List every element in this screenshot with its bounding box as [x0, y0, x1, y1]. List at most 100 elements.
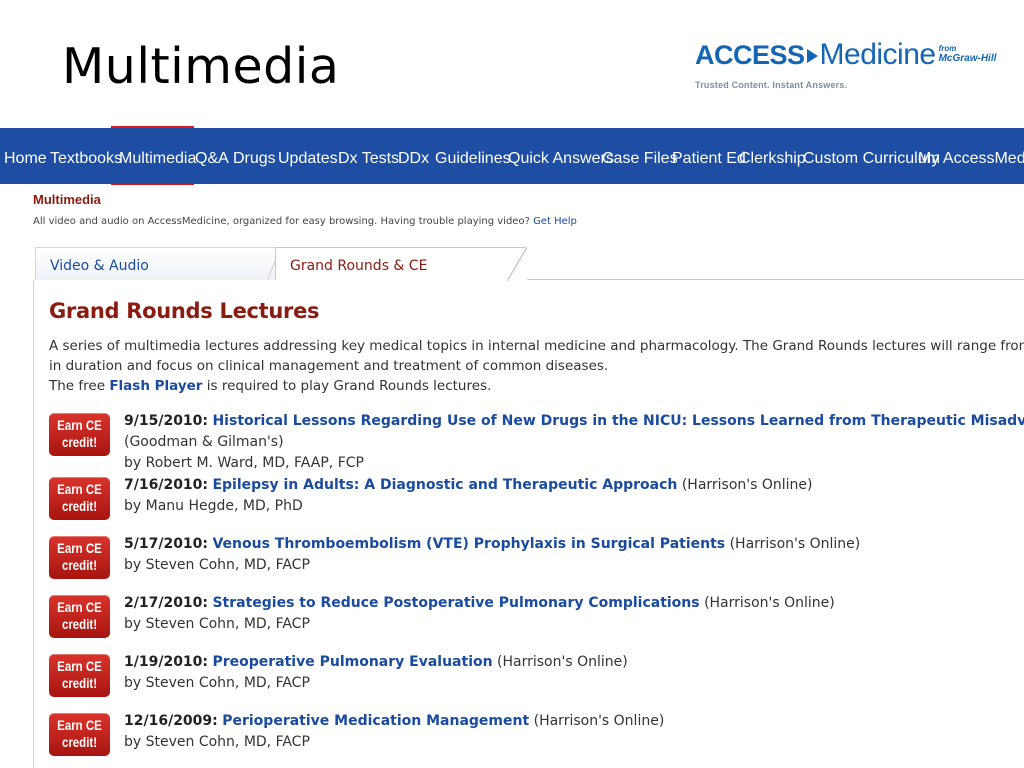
badge-line-1: Earn CE — [57, 417, 102, 433]
lecture-date: 7/16/2010: — [124, 477, 209, 493]
lecture-text: 5/17/2010: Venous Thromboembolism (VTE) … — [124, 534, 1024, 576]
lecture-headline: 7/16/2010: Epilepsy in Adults: A Diagnos… — [124, 475, 1024, 496]
badge-line-2: credit! — [61, 498, 98, 514]
nav-item-label: Guidelines — [435, 150, 511, 167]
get-help-link[interactable]: Get Help — [533, 216, 577, 227]
grand-rounds-panel: Grand Rounds Lectures A series of multim… — [33, 280, 1024, 768]
badge-line-1: Earn CE — [57, 599, 102, 615]
nav-item-label: Home — [4, 150, 47, 167]
nav-item-ddx[interactable]: DDx — [398, 128, 429, 184]
badge-line-1: Earn CE — [57, 658, 102, 674]
earn-ce-credit-button[interactable]: Earn CE credit! — [49, 536, 110, 579]
lecture-text: 2/17/2010: Strategies to Reduce Postoper… — [124, 593, 1024, 635]
lecture-author: by Manu Hegde, MD, PhD — [124, 498, 303, 514]
earn-ce-credit-button[interactable]: Earn CE credit! — [49, 654, 110, 697]
slide-title: Multimedia — [62, 38, 340, 95]
lecture-title-link[interactable]: Preoperative Pulmonary Evaluation — [212, 654, 492, 670]
nav-item-label: Quick Answers — [508, 150, 614, 167]
lecture-headline: 5/17/2010: Venous Thromboembolism (VTE) … — [124, 534, 1024, 555]
logo-publisher-text: McGraw-Hill — [938, 53, 997, 64]
tab-grand-rounds[interactable]: Grand Rounds & CE — [275, 247, 527, 281]
lecture-headline: 12/16/2009: Perioperative Medication Man… — [124, 711, 1024, 732]
tab-video-audio[interactable]: Video & Audio — [35, 247, 281, 280]
lecture-source-line: (Goodman & Gilman's) — [124, 434, 284, 450]
page-intro: All video and audio on AccessMedicine, o… — [33, 216, 1024, 227]
lecture-source: (Harrison's Online) — [681, 477, 813, 493]
lecture-item: Earn CE credit! 12/16/2009: Perioperative … — [49, 711, 1024, 767]
badge-line-1: Earn CE — [57, 717, 102, 733]
lecture-title-link[interactable]: Perioperative Medication Management — [222, 713, 529, 729]
badge-line-2: credit! — [61, 734, 98, 750]
nav-item-label: Case Files — [602, 150, 678, 167]
nav-item-label: DDx — [398, 150, 430, 167]
lecture-source: (Harrison's Online) — [704, 595, 835, 611]
nav-item-label: Clerkship — [739, 150, 806, 167]
nav-item-q-a[interactable]: Q&A — [195, 128, 229, 184]
earn-ce-credit-button[interactable]: Earn CE credit! — [49, 413, 110, 456]
lecture-author: by Steven Cohn, MD, FACP — [124, 557, 310, 573]
badge-line-2: credit! — [61, 434, 98, 450]
nav-item-guidelines[interactable]: Guidelines — [435, 128, 511, 184]
lecture-headline: 9/15/2010: Historical Lessons Regarding … — [124, 411, 1024, 432]
lecture-text: 1/19/2010: Preoperative Pulmonary Evalua… — [124, 652, 1024, 694]
desc-line-1: A series of multimedia lectures addressi… — [49, 338, 1024, 354]
logo-access-text: ACCESS — [695, 40, 805, 70]
accessmedicine-logo[interactable]: ACCESS Medicine from McGraw-Hill Trusted… — [695, 36, 1015, 96]
logo-medicine-text: Medicine — [819, 38, 937, 71]
page-header: Multimedia All video and audio on Access… — [33, 192, 1024, 227]
section-description: A series of multimedia lectures addressi… — [49, 336, 1024, 396]
nav-item-multimedia[interactable]: Multimedia — [119, 128, 196, 184]
lecture-item: Earn CE credit! 9/15/2010: Historical Less… — [49, 411, 1024, 471]
lecture-text: 12/16/2009: Perioperative Medication Man… — [124, 711, 1024, 753]
nav-item-clerkship[interactable]: Clerkship — [739, 128, 806, 184]
nav-item-label: Textbooks — [50, 150, 123, 167]
desc-line-3: The free Flash Player is required to pla… — [49, 376, 1024, 396]
lecture-title-link[interactable]: Historical Lessons Regarding Use of New … — [212, 413, 1024, 429]
section-title: Grand Rounds Lectures — [49, 299, 320, 323]
lecture-title-link[interactable]: Epilepsy in Adults: A Diagnostic and The… — [212, 477, 677, 493]
nav-item-case-files[interactable]: Case Files — [602, 128, 678, 184]
logo-arrow-icon — [806, 49, 818, 63]
earn-ce-credit-button[interactable]: Earn CE credit! — [49, 595, 110, 638]
badge-line-2: credit! — [61, 557, 98, 573]
lecture-author: by Steven Cohn, MD, FACP — [124, 675, 310, 691]
lecture-date: 5/17/2010: — [124, 536, 209, 552]
desc-line-3-prefix: The free — [49, 378, 106, 394]
lecture-date: 12/16/2009: — [124, 713, 218, 729]
nav-item-label: Updates — [278, 150, 338, 167]
nav-item-label: My AccessMedicine — [918, 150, 1024, 167]
logo-tagline: Trusted Content. Instant Answers. — [695, 80, 848, 90]
nav-item-quick-answers[interactable]: Quick Answers — [508, 128, 614, 184]
lecture-headline: 1/19/2010: Preoperative Pulmonary Evalua… — [124, 652, 1024, 673]
nav-item-label: Q&A — [195, 150, 229, 167]
nav-item-home[interactable]: Home — [4, 128, 47, 184]
badge-line-1: Earn CE — [57, 540, 102, 556]
main-nav-bar: Home Textbooks Multimedia Q&A Drugs Updates Dx… — [0, 128, 1024, 184]
badge-line-1: Earn CE — [57, 481, 102, 497]
nav-item-my-accessmedicine[interactable]: My AccessMedicine — [918, 128, 1024, 184]
lecture-title-link[interactable]: Venous Thromboembolism (VTE) Prophylaxis… — [212, 536, 725, 552]
lecture-item: Earn CE credit! 5/17/2010: Venous Thromboe… — [49, 534, 1024, 590]
lecture-date: 1/19/2010: — [124, 654, 209, 670]
nav-item-patient-ed[interactable]: Patient Ed — [672, 128, 746, 184]
flash-player-link[interactable]: Flash Player — [109, 378, 202, 394]
intro-text: All video and audio on AccessMedicine, o… — [33, 216, 530, 227]
lecture-headline: 2/17/2010: Strategies to Reduce Postoper… — [124, 593, 1024, 614]
nav-item-drugs[interactable]: Drugs — [233, 128, 276, 184]
lecture-date: 9/15/2010: — [124, 413, 209, 429]
lecture-item: Earn CE credit! 2/17/2010: Strategies to R… — [49, 593, 1024, 649]
lecture-author: by Steven Cohn, MD, FACP — [124, 734, 310, 750]
lecture-title-link[interactable]: Strategies to Reduce Postoperative Pulmo… — [212, 595, 699, 611]
earn-ce-credit-button[interactable]: Earn CE credit! — [49, 713, 110, 756]
nav-item-label: Drugs — [233, 150, 276, 167]
nav-item-updates[interactable]: Updates — [278, 128, 338, 184]
page-heading: Multimedia — [33, 192, 101, 207]
logo-from-text: from — [938, 44, 957, 53]
earn-ce-credit-button[interactable]: Earn CE credit! — [49, 477, 110, 520]
nav-item-textbooks[interactable]: Textbooks — [50, 128, 122, 184]
nav-item-label: Multimedia — [119, 150, 197, 167]
nav-item-dx-tests[interactable]: Dx Tests — [338, 128, 399, 184]
desc-line-3-suffix: is required to play Grand Rounds lecture… — [206, 378, 492, 394]
lecture-source: (Harrison's Online) — [729, 536, 861, 552]
lecture-source: (Harrison's Online) — [497, 654, 628, 670]
